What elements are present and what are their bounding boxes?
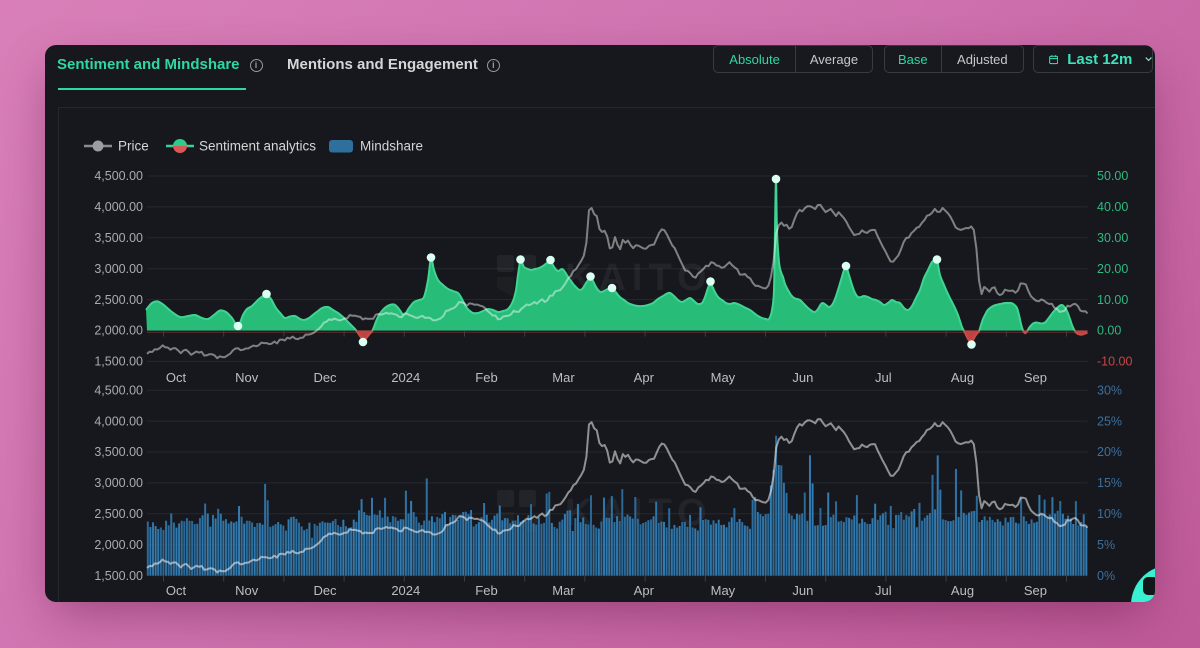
svg-text:10%: 10%: [1097, 507, 1122, 521]
svg-text:2,000.00: 2,000.00: [94, 324, 143, 338]
svg-text:3,000.00: 3,000.00: [94, 476, 143, 490]
svg-text:5%: 5%: [1097, 538, 1115, 552]
svg-text:Nov: Nov: [235, 370, 259, 385]
svg-text:4,000.00: 4,000.00: [94, 414, 143, 428]
svg-text:Mar: Mar: [552, 583, 575, 598]
svg-text:Jun: Jun: [792, 370, 813, 385]
svg-text:10.00: 10.00: [1097, 293, 1128, 307]
svg-text:3,500.00: 3,500.00: [94, 445, 143, 459]
svg-text:4,500.00: 4,500.00: [94, 383, 143, 397]
svg-text:2024: 2024: [391, 583, 420, 598]
svg-text:Apr: Apr: [634, 370, 655, 385]
svg-text:Aug: Aug: [951, 370, 974, 385]
svg-text:30.00: 30.00: [1097, 231, 1128, 245]
svg-text:30%: 30%: [1097, 383, 1122, 397]
svg-text:Apr: Apr: [634, 583, 655, 598]
svg-text:-10.00: -10.00: [1097, 355, 1132, 369]
svg-text:May: May: [711, 583, 736, 598]
svg-text:40.00: 40.00: [1097, 200, 1128, 214]
svg-text:50.00: 50.00: [1097, 169, 1128, 183]
svg-text:Mar: Mar: [552, 370, 575, 385]
svg-text:Jul: Jul: [875, 583, 892, 598]
svg-text:4,000.00: 4,000.00: [94, 200, 143, 214]
svg-text:2024: 2024: [391, 370, 420, 385]
svg-text:1,500.00: 1,500.00: [94, 355, 143, 369]
svg-text:Oct: Oct: [166, 583, 187, 598]
svg-text:May: May: [711, 370, 736, 385]
svg-text:2,500.00: 2,500.00: [94, 507, 143, 521]
svg-text:Sep: Sep: [1024, 583, 1047, 598]
svg-text:Aug: Aug: [951, 583, 974, 598]
svg-text:25%: 25%: [1097, 414, 1122, 428]
svg-text:15%: 15%: [1097, 476, 1122, 490]
svg-text:4,500.00: 4,500.00: [94, 169, 143, 183]
svg-text:20%: 20%: [1097, 445, 1122, 459]
svg-text:0%: 0%: [1097, 569, 1115, 583]
svg-text:Nov: Nov: [235, 583, 259, 598]
svg-text:3,000.00: 3,000.00: [94, 262, 143, 276]
svg-text:0.00: 0.00: [1097, 324, 1121, 338]
svg-text:1,500.00: 1,500.00: [94, 569, 143, 583]
svg-text:Oct: Oct: [166, 370, 187, 385]
svg-text:Jun: Jun: [792, 583, 813, 598]
svg-text:Dec: Dec: [313, 583, 337, 598]
svg-text:Feb: Feb: [475, 583, 497, 598]
svg-text:Dec: Dec: [313, 370, 337, 385]
svg-text:2,500.00: 2,500.00: [94, 293, 143, 307]
svg-text:Jul: Jul: [875, 370, 892, 385]
svg-text:2,000.00: 2,000.00: [94, 538, 143, 552]
svg-text:Sep: Sep: [1024, 370, 1047, 385]
svg-text:3,500.00: 3,500.00: [94, 231, 143, 245]
svg-text:20.00: 20.00: [1097, 262, 1128, 276]
svg-text:Feb: Feb: [475, 370, 497, 385]
